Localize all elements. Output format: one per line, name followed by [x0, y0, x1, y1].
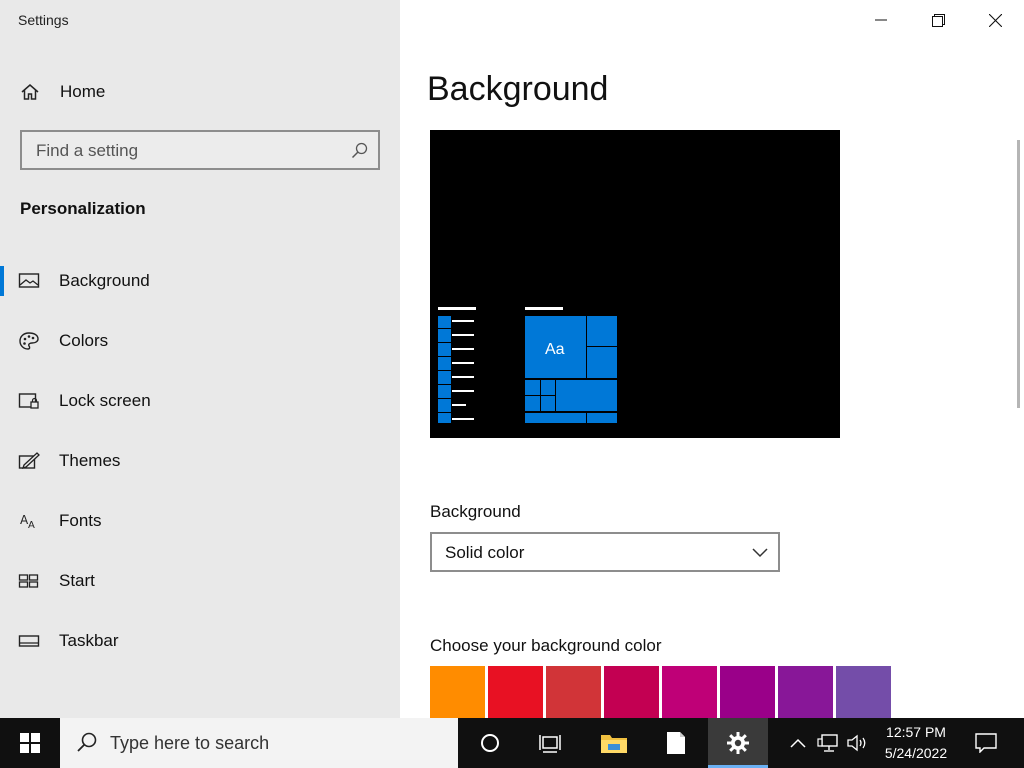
settings-taskbar-button[interactable] [708, 718, 768, 768]
sidebar-item-colors[interactable]: Colors [0, 321, 400, 361]
scrollbar[interactable] [1017, 140, 1020, 408]
background-label: Background [430, 502, 521, 521]
fonts-icon: A A [20, 513, 35, 531]
sidebar-item-start[interactable]: Start [0, 561, 400, 601]
sidebar-item-label: Themes [59, 451, 121, 470]
svg-text:A: A [28, 520, 35, 531]
themes-icon [18, 452, 40, 470]
restore-button[interactable] [915, 0, 961, 40]
color-swatch[interactable] [488, 666, 543, 718]
start-icon [18, 574, 39, 588]
sidebar-item-taskbar[interactable]: Taskbar [0, 621, 400, 661]
find-setting-input[interactable]: Find a setting [20, 130, 380, 170]
sidebar-item-fonts[interactable]: A A Fonts [0, 501, 400, 541]
home-link[interactable]: Home [20, 78, 380, 106]
search-icon [77, 732, 97, 752]
app-title: Settings [18, 12, 69, 28]
restore-icon [931, 13, 945, 27]
taskbar-search-placeholder: Type here to search [110, 733, 270, 753]
sidebar-item-label: Start [59, 571, 95, 590]
taskbar-search-box[interactable]: Type here to search [60, 718, 458, 768]
gear-icon [727, 732, 749, 754]
page-title: Background [427, 70, 609, 108]
desktop-preview: Aa [430, 130, 840, 438]
close-icon [988, 13, 1002, 27]
sidebar-item-label: Lock screen [59, 391, 151, 410]
color-swatch[interactable] [662, 666, 717, 718]
sidebar-item-label: Colors [59, 331, 109, 350]
notification-icon [975, 733, 997, 753]
action-center-button[interactable] [966, 718, 1006, 768]
lock-screen-icon [18, 393, 39, 409]
home-icon [21, 84, 39, 100]
folder-icon [601, 735, 627, 753]
sidebar-item-lock-screen[interactable]: Lock screen [0, 381, 400, 421]
clock-time: 12:57 PM [886, 724, 946, 740]
search-icon [351, 142, 368, 159]
section-title: Personalization [20, 199, 146, 218]
network-icon [817, 734, 838, 752]
color-swatch[interactable] [546, 666, 601, 718]
network-button[interactable] [814, 718, 842, 768]
color-swatch[interactable] [430, 666, 485, 718]
taskbar: Type here to search 12:57 PM 5/24/2022 [0, 718, 1024, 768]
palette-icon [19, 332, 39, 350]
color-swatches [430, 666, 900, 718]
background-dropdown[interactable]: Solid color [430, 532, 780, 572]
sidebar-item-themes[interactable]: Themes [0, 441, 400, 481]
search-placeholder: Find a setting [36, 141, 139, 160]
chevron-down-icon [752, 548, 768, 558]
preview-graphic [438, 307, 617, 423]
color-swatch[interactable] [604, 666, 659, 718]
minimize-button[interactable] [858, 0, 904, 40]
color-swatch[interactable] [836, 666, 891, 718]
show-hidden-icons-button[interactable] [786, 718, 810, 768]
close-button[interactable] [972, 0, 1018, 40]
minimize-icon [875, 19, 887, 21]
sidebar-item-background[interactable]: Background [0, 261, 400, 301]
color-swatch[interactable] [720, 666, 775, 718]
background-dropdown-value: Solid color [445, 543, 525, 562]
volume-button[interactable] [845, 718, 871, 768]
document-icon [667, 732, 685, 754]
start-button[interactable] [0, 718, 60, 768]
clock-date: 5/24/2022 [884, 745, 948, 761]
sidebar-item-label: Taskbar [59, 631, 119, 650]
notepad-button[interactable] [652, 718, 700, 768]
task-view-icon [539, 735, 561, 753]
clock[interactable]: 12:57 PM 5/24/2022 [872, 722, 960, 764]
cortana-button[interactable] [466, 718, 514, 768]
sidebar-item-label: Background [59, 271, 150, 290]
speaker-icon [847, 734, 866, 752]
home-label: Home [60, 82, 106, 101]
taskbar-icon [18, 635, 40, 647]
tile-text: Aa [545, 341, 565, 358]
file-explorer-button[interactable] [590, 718, 638, 768]
chevron-up-icon [790, 738, 806, 748]
color-label: Choose your background color [430, 636, 662, 655]
task-view-button[interactable] [526, 718, 574, 768]
color-swatch[interactable] [778, 666, 833, 718]
sidebar: Settings Home Find a setting Personaliza… [0, 0, 400, 718]
windows-logo-icon [20, 733, 40, 753]
cortana-icon [481, 734, 499, 752]
picture-icon [18, 273, 40, 288]
sidebar-item-label: Fonts [59, 511, 102, 530]
